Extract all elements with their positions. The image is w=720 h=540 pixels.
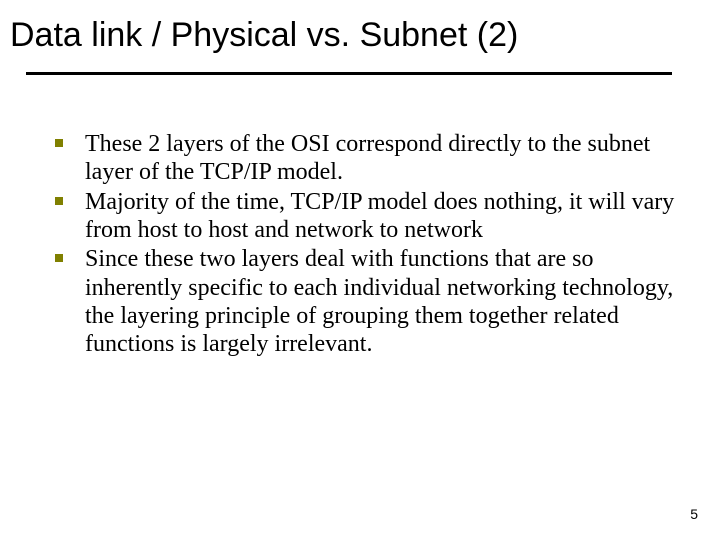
slide: Data link / Physical vs. Subnet (2) Thes… — [0, 0, 720, 540]
square-bullet-icon — [55, 130, 85, 147]
square-bullet-icon — [55, 245, 85, 262]
square-bullet-icon — [55, 188, 85, 205]
list-item: These 2 layers of the OSI correspond dir… — [55, 130, 675, 187]
list-item: Since these two layers deal with functio… — [55, 245, 675, 358]
list-item-text: Majority of the time, TCP/IP model does … — [85, 188, 675, 245]
list-item-text: Since these two layers deal with functio… — [85, 245, 675, 358]
bullet-list: These 2 layers of the OSI correspond dir… — [55, 130, 675, 360]
list-item-text: These 2 layers of the OSI correspond dir… — [85, 130, 675, 187]
page-title: Data link / Physical vs. Subnet (2) — [10, 16, 518, 55]
list-item: Majority of the time, TCP/IP model does … — [55, 188, 675, 245]
title-underline — [26, 72, 672, 75]
page-number: 5 — [690, 506, 698, 522]
